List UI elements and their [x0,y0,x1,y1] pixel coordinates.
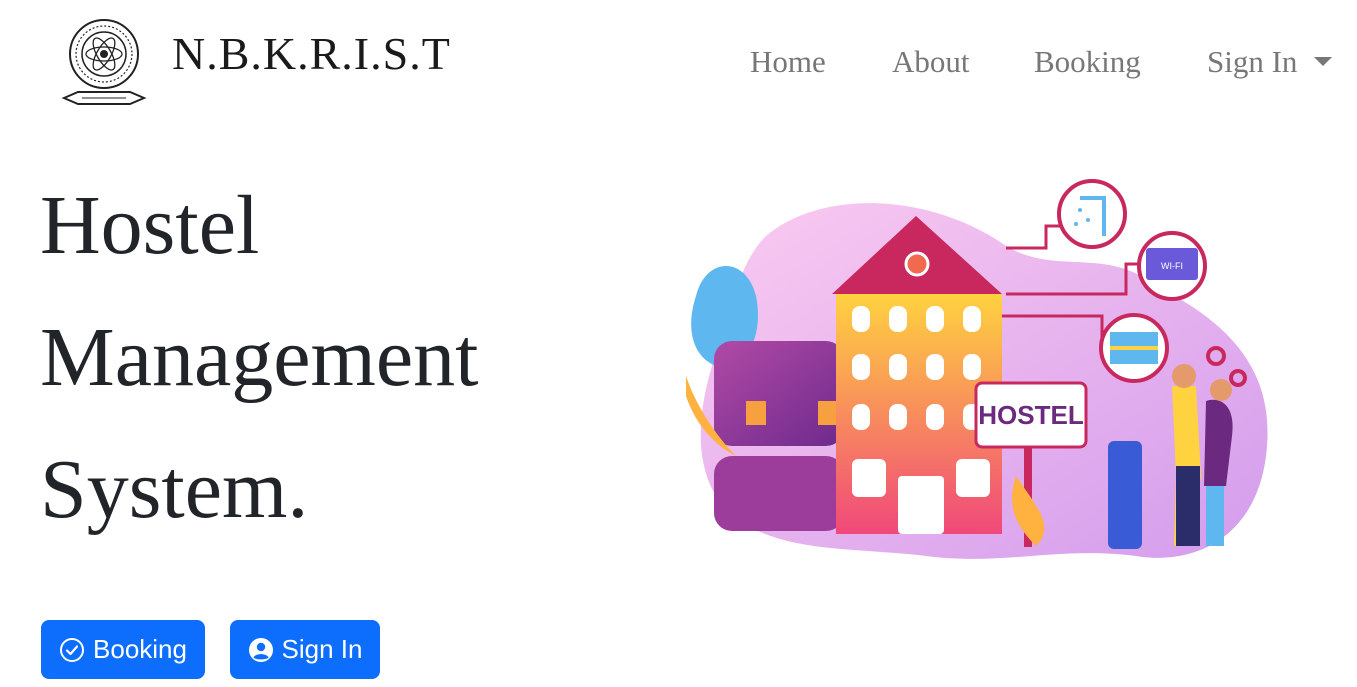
nav-about[interactable]: About [892,42,970,82]
signin-button[interactable]: Sign In [230,620,380,679]
wifi-label: WI-FI [1161,261,1183,271]
nav-home[interactable]: Home [750,42,826,82]
hero-title-line: Management [40,311,479,404]
navbar: N.B.K.R.I.S.T Home About Booking Sign In [0,0,1357,120]
hero-title: Hostel Management System. [40,160,479,556]
check-circle-icon [60,637,85,662]
nav-signin-dropdown[interactable]: Sign In [1207,42,1297,82]
nav-booking[interactable]: Booking [1034,42,1141,82]
booking-button[interactable]: Booking [41,620,205,679]
hostel-sign: HOSTEL [978,400,1084,430]
user-circle-icon [248,637,273,662]
hostel-illustration: HOSTEL WI-FI [686,179,1268,559]
booking-button-label: Booking [93,634,187,664]
brand-name[interactable]: N.B.K.R.I.S.T [172,26,451,82]
signin-button-label: Sign In [281,634,363,664]
hero-title-line: System. [40,443,309,536]
caret-down-icon[interactable] [1314,57,1332,66]
college-logo[interactable] [58,14,150,108]
hero-title-line: Hostel [40,179,260,272]
college-seal-icon [61,19,147,105]
